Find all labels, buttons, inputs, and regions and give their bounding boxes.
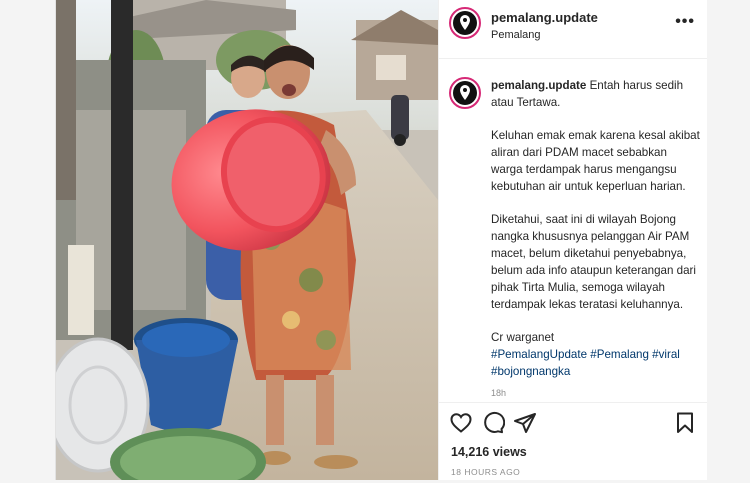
hashtag-link[interactable]: #viral (652, 348, 680, 361)
post-actions: 14,216 views 18 HOURS AGO (439, 402, 707, 483)
caption-intro: pemalang.update Entah harus sedih atau T… (491, 77, 701, 111)
hashtag-link[interactable]: #PemalangUpdate (491, 348, 587, 361)
caption-paragraph-3: Diketahui, saat ini di wilayah Bojong na… (491, 213, 696, 311)
share-icon[interactable] (513, 411, 537, 435)
more-dots-icon[interactable]: ••• (675, 13, 695, 31)
heart-icon[interactable] (449, 411, 473, 435)
post-sidebar: pemalang.update Pemalang ••• pemalang.up… (438, 0, 707, 480)
post-frame: pemalang.update Pemalang ••• pemalang.up… (55, 0, 707, 480)
caption-age: 18h (491, 388, 507, 398)
avatar[interactable] (449, 7, 481, 39)
hashtag-link[interactable]: #Pemalang (590, 348, 649, 361)
post-caption: pemalang.update Entah harus sedih atau T… (491, 77, 701, 380)
pin-logo-icon (449, 7, 481, 39)
caption-username[interactable]: pemalang.update (491, 79, 586, 92)
header-username[interactable]: pemalang.update (491, 10, 598, 25)
bookmark-icon[interactable] (673, 411, 697, 435)
caption-avatar[interactable] (449, 77, 481, 109)
caption-credit: Cr warganet (491, 331, 555, 344)
post-header: pemalang.update Pemalang ••• (439, 0, 707, 59)
comment-icon[interactable] (481, 411, 505, 435)
hashtag-link[interactable]: #bojongnangka (491, 365, 570, 378)
caption-credit-block: Cr warganet #PemalangUpdate #Pemalang #v… (491, 329, 701, 380)
video-frame-image (56, 0, 438, 480)
pin-logo-icon (449, 77, 481, 109)
post-timestamp: 18 HOURS AGO (451, 467, 521, 477)
hashtag-list: #PemalangUpdate #Pemalang #viral #bojong… (491, 348, 680, 378)
post-video[interactable] (56, 0, 438, 480)
view-count[interactable]: 14,216 views (451, 445, 527, 459)
caption-paragraph-2: Keluhan emak emak karena kesal akibat al… (491, 129, 700, 193)
header-location[interactable]: Pemalang (491, 29, 541, 41)
